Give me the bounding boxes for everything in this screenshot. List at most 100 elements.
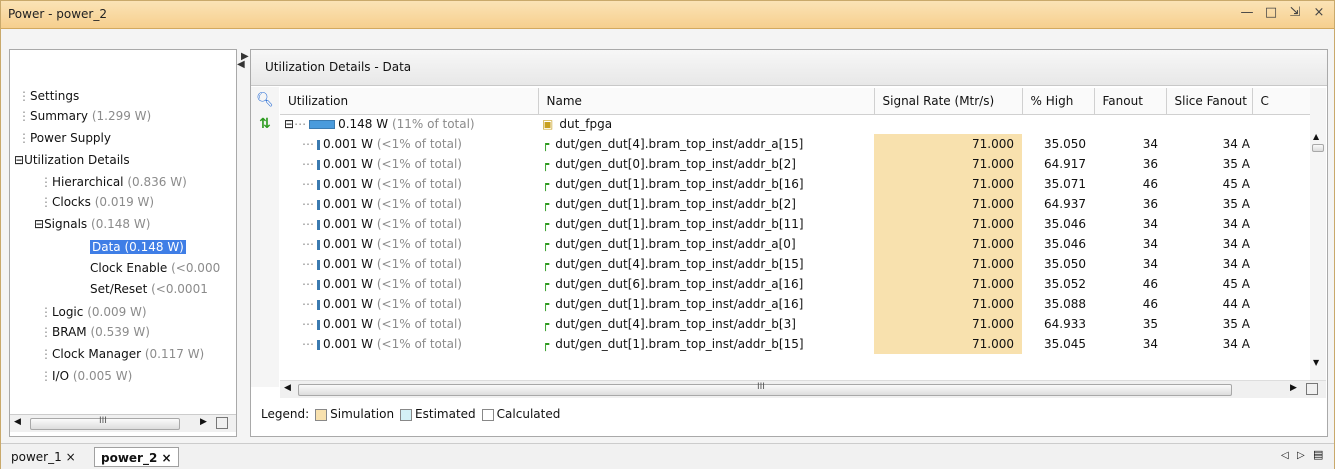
signal-icon: ┍ [542,297,550,311]
table-row[interactable]: ⋯ 0.001 W (<1% of total) ┍ dut/gen_dut[1].b… [280,174,1310,194]
table-row[interactable]: ⋯ 0.001 W (<1% of total) ┍ dut/gen_dut[6].b… [280,274,1310,294]
fanout-cell: 46 [1142,177,1158,191]
tree-item-summary[interactable]: ⋮Summary (1.299 W) [18,107,151,125]
tree-item-value: (0.009 W) [87,305,147,319]
scroll-thumb[interactable]: III [30,416,180,430]
table-horizontal-scrollbar[interactable]: ◀ III ▶ [280,380,1326,398]
tab-label: power_1 [11,450,62,464]
scroll-right-icon[interactable]: ▶ [200,417,207,427]
row-name: dut/gen_dut[1].bram_top_inst/addr_a[0] [555,237,796,251]
tree-connector-icon: ⋯ [302,337,314,351]
table-row[interactable]: ⊟⋯ 0.148 W (11% of total) ▣ dut_fpga [280,114,1310,134]
restore-icon[interactable]: ⇲ [1288,5,1302,20]
util-percent: (<1% of total) [376,177,462,191]
tree-item-clocks[interactable]: ⋮Clocks (0.019 W) [40,193,154,211]
util-watts: 0.001 W [323,337,374,351]
signal-icon: ┍ [542,337,550,351]
tab-power-2[interactable]: power_2 × [94,447,179,467]
util-percent: (11% of total) [391,117,475,132]
col-percent-high[interactable]: % High [1022,88,1095,115]
tree-item-label: Summary [30,109,88,123]
tree-item-hierarchical[interactable]: ⋮Hierarchical (0.836 W) [40,173,187,191]
percent-high-cell: 64.937 [1044,197,1086,211]
search-icon[interactable]: 🔍︎ [254,89,276,111]
power-window: Power - power_2 — □ ⇲ × 🔍︎ ⇅ ⇵ ⬅ ➡ ◀ ⋮Se… [0,0,1335,469]
scroll-thumb[interactable]: III [298,382,1232,396]
fanout-cell: 35 [1142,317,1158,331]
tab-list-icon[interactable]: ▤ [1313,448,1323,461]
table-row[interactable]: ⋯ 0.001 W (<1% of total) ┍ dut/gen_dut[4].b… [280,314,1310,334]
scroll-thumb[interactable] [1312,144,1324,152]
table-row[interactable]: ⋯ 0.001 W (<1% of total) ┍ dut/gen_dut[4].b… [280,254,1310,274]
col-name[interactable]: Name [538,88,875,115]
tree-item-bram[interactable]: ⋮BRAM (0.539 W) [40,323,150,341]
expand-all-icon[interactable]: ⇅ [254,113,276,135]
tree-item-value: (<0.000 [171,261,221,275]
tree-item-label: Power Supply [30,131,111,145]
table-row[interactable]: ⋯ 0.001 W (<1% of total) ┍ dut/gen_dut[1].b… [280,214,1310,234]
col-signal-rate[interactable]: Signal Rate (Mtr/s) [874,88,1023,115]
collapse-icon[interactable]: ⊟ [284,117,294,131]
tree-item-clock-enable[interactable]: Clock Enable (<0.000 [90,259,220,277]
tree-item-io[interactable]: ⋮I/O (0.005 W) [40,367,132,385]
slice-fanout-cell: 34 A [1222,217,1250,231]
util-watts: 0.001 W [323,157,374,171]
signal-rate-cell: 71.000 [874,234,1022,254]
collapse-icon[interactable]: ⊟ [34,217,44,231]
tree-item-power-supply[interactable]: ⋮Power Supply [18,129,111,147]
tab-power-1[interactable]: power_1 × [5,447,82,467]
col-slice-fanout[interactable]: Slice Fanout [1166,88,1253,115]
scroll-up-icon[interactable]: ▲ [1313,132,1319,141]
collapse-right-icon[interactable]: ▶ [241,51,249,62]
panel-header: Utilization Details - Data [251,50,1327,86]
table-row[interactable]: ⋯ 0.001 W (<1% of total) ┍ dut/gen_dut[4].b… [280,134,1310,154]
util-watts: 0.001 W [323,317,374,331]
row-name: dut/gen_dut[1].bram_top_inst/addr_a[16] [555,297,804,311]
table-toolbar: 🔍︎ ⇅ [251,87,279,387]
maximize-icon[interactable]: □ [1264,5,1278,20]
table-vertical-scrollbar[interactable]: ▲ ▼ [1310,88,1326,380]
col-utilization[interactable]: Utilization [280,88,539,115]
minimize-icon[interactable]: — [1240,5,1254,20]
close-icon[interactable]: × [1312,5,1326,20]
percent-high-cell: 35.050 [1044,137,1086,151]
close-tab-icon[interactable]: × [66,450,76,464]
corner-icon[interactable] [1306,383,1318,395]
tab-scroll-left-icon[interactable]: ◁ [1281,450,1289,461]
power-bar [317,339,320,350]
table-row[interactable]: ⋯ 0.001 W (<1% of total) ┍ dut/gen_dut[1].b… [280,334,1310,354]
tree-item-utilization-details[interactable]: ⊟Utilization Details [14,151,130,169]
tab-scroll-right-icon[interactable]: ▷ [1297,450,1305,461]
tree-item-set-reset[interactable]: Set/Reset (<0.0001 [90,280,208,298]
fanout-cell: 34 [1142,137,1158,151]
corner-icon[interactable] [216,417,228,429]
signal-icon: ┍ [542,137,550,151]
col-fanout[interactable]: Fanout [1094,88,1167,115]
scroll-down-icon[interactable]: ▼ [1313,358,1319,367]
tree-item-settings[interactable]: ⋮Settings [18,87,79,105]
power-bar [317,159,320,170]
signal-rate-cell: 71.000 [874,254,1022,274]
signal-rate-cell: 71.000 [874,294,1022,314]
table-row[interactable]: ⋯ 0.001 W (<1% of total) ┍ dut/gen_dut[1].b… [280,294,1310,314]
pane-splitter[interactable]: ▶ [241,49,249,437]
tree-item-data[interactable]: Data (0.148 W) [90,238,186,256]
scroll-left-icon[interactable]: ◀ [284,383,291,393]
tree-item-signals[interactable]: ⊟Signals (0.148 W) [34,215,150,233]
scroll-right-icon[interactable]: ▶ [1290,383,1297,393]
table-row[interactable]: ⋯ 0.001 W (<1% of total) ┍ dut/gen_dut[1].b… [280,234,1310,254]
tree-item-logic[interactable]: ⋮Logic (0.009 W) [40,303,147,321]
tree-connector-icon: ⋯ [302,237,314,251]
tree-item-clock-manager[interactable]: ⋮Clock Manager (0.117 W) [40,345,204,363]
col-c[interactable]: C [1252,88,1311,115]
table-row[interactable]: ⋯ 0.001 W (<1% of total) ┍ dut/gen_dut[0].b… [280,154,1310,174]
util-watts: 0.001 W [323,197,374,211]
legend-text: Simulation [330,407,395,421]
close-tab-icon[interactable]: × [162,451,172,465]
tree-item-label: Clock Enable [90,261,168,275]
scroll-left-icon[interactable]: ◀ [14,417,21,427]
table-row[interactable]: ⋯ 0.001 W (<1% of total) ┍ dut/gen_dut[1].b… [280,194,1310,214]
tree-horizontal-scrollbar[interactable]: ◀ III ▶ [10,414,236,432]
power-bar [317,279,320,290]
collapse-icon[interactable]: ⊟ [14,153,24,167]
